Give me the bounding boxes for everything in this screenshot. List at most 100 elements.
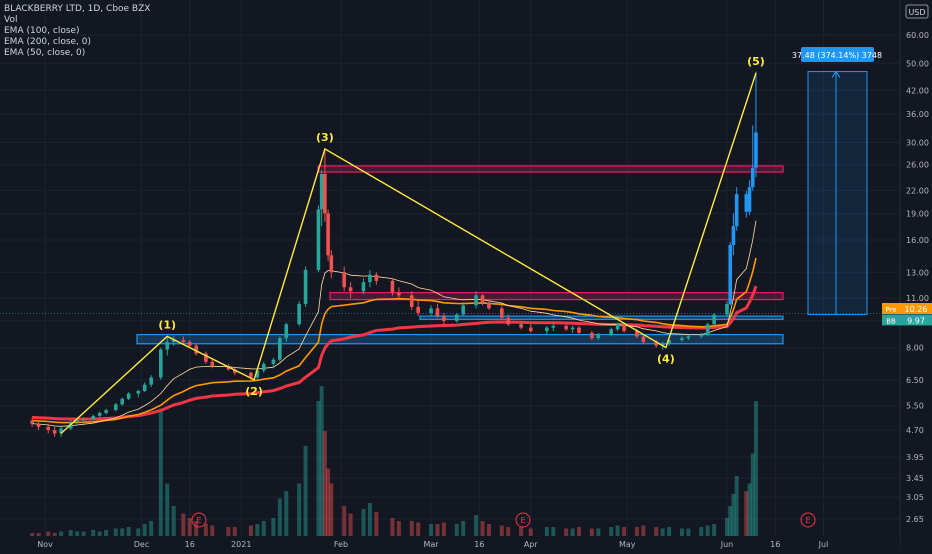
volume-bar (615, 525, 620, 536)
candle-body (590, 332, 594, 339)
candle-body (36, 423, 41, 427)
candle-body (46, 426, 51, 431)
volume-bar (97, 531, 102, 536)
candle-body (519, 324, 523, 328)
legend-ema50[interactable]: EMA (50, close, 0) (4, 48, 150, 59)
candle-body (442, 316, 446, 321)
candle-body (699, 334, 704, 337)
candle-body (551, 325, 556, 328)
volume-bar (753, 401, 758, 536)
candle-body (374, 274, 379, 281)
volume-bar (634, 527, 639, 536)
volume-bar (36, 533, 41, 536)
legend-ema100[interactable]: EMA (100, close) (4, 26, 150, 37)
volume-bar (577, 527, 582, 536)
volume-bar (441, 522, 446, 536)
time-axis[interactable]: Nov Dec 16 2021 Feb Mar 16 Apr May Jun 16 Jul (0, 536, 900, 550)
candle-body (52, 430, 57, 434)
price-axis[interactable]: 60.00 50.00 42.00 36.00 30.00 26.00 22.00 19.00… (899, 0, 932, 550)
volume-bar (329, 483, 334, 536)
candle-body (271, 359, 276, 364)
volume-bar (210, 525, 215, 536)
volume-bar (149, 521, 154, 536)
candle-body (416, 306, 420, 313)
x-tick-label: Apr (524, 540, 539, 549)
y-tick-label: 50.00 (906, 59, 929, 68)
legend-vol[interactable]: Vol (4, 15, 150, 26)
volume-bar (596, 528, 601, 536)
volume-bar (416, 522, 421, 536)
candle-body (326, 213, 330, 256)
candle-body (454, 314, 459, 321)
pre-tag-label: Pre (885, 306, 896, 314)
candle-body (120, 398, 125, 405)
y-tick-label: 30.00 (906, 139, 929, 148)
volume-bar (203, 524, 208, 536)
x-tick-label: 2021 (231, 540, 251, 549)
x-tick-label: 16 (185, 540, 195, 549)
volume-bar (409, 521, 414, 536)
volume-bar (641, 525, 646, 536)
candle-body (754, 132, 758, 168)
candle-body (545, 327, 549, 332)
price-chart[interactable]: (1) (2) (3) (4) (5) 37.48 (374.14%) 3748 E E E… (0, 0, 932, 550)
x-tick-label: Jul (818, 540, 829, 549)
volume-bar (104, 530, 109, 536)
volume-bar (367, 503, 372, 536)
volume-bar (126, 527, 131, 536)
candle-body (596, 334, 601, 339)
candle-body (725, 303, 729, 315)
y-tick-label: 4.70 (906, 426, 924, 435)
candle-body (641, 336, 646, 342)
volume-bar (277, 498, 282, 536)
volume-bar (699, 527, 704, 536)
volume-bar (454, 524, 459, 536)
legend-ema200[interactable]: EMA (200, close, 0) (4, 37, 150, 48)
candle-body (570, 327, 575, 330)
volume-bar (667, 527, 672, 536)
volume-bar (679, 528, 684, 536)
candle-body (249, 372, 253, 378)
candle-body (97, 412, 102, 416)
candle-body (316, 209, 321, 270)
chart-area[interactable]: (1) (2) (3) (4) (5) 37.48 (374.14%) 3748 E E E… (0, 0, 932, 550)
x-tick-label: Mar (423, 540, 439, 549)
candle-body (261, 363, 266, 371)
candle-body (284, 324, 289, 339)
candle-body (750, 167, 755, 188)
volume-bar (609, 527, 614, 536)
wave-label: (1) (158, 318, 176, 331)
volume-bar (435, 524, 440, 536)
measure-label: 37.48 (374.14%) 3748 (792, 51, 882, 60)
volume-bar (461, 521, 466, 536)
candle-body (361, 282, 366, 292)
candle-body (487, 302, 491, 309)
candle-body (429, 308, 433, 313)
volume-bar (248, 525, 253, 536)
x-tick-label: May (619, 540, 636, 549)
candle-body (142, 384, 147, 391)
volume-bar (81, 531, 86, 536)
candle-body (187, 341, 192, 346)
x-tick-label: 16 (474, 540, 484, 549)
volume-bar (113, 528, 118, 536)
volume-bar (255, 524, 260, 536)
candle-body (480, 295, 485, 303)
volume-bar (660, 528, 665, 536)
ema-long (32, 285, 758, 421)
grid-lines (0, 0, 900, 536)
candle-body (744, 194, 749, 212)
measure-tool[interactable]: 37.48 (374.14%) 3748 (792, 47, 882, 316)
legend-symbol[interactable]: BLACKBERRY LTD, 1D, Cboe BZX (4, 4, 150, 15)
wave-label: (2) (245, 385, 263, 398)
y-tick-label: 8.00 (906, 344, 924, 353)
y-tick-label: 22.00 (906, 187, 929, 196)
candle-body (136, 390, 141, 394)
currency-label: USD (908, 8, 925, 17)
candle-body (500, 308, 504, 318)
x-tick-label: Feb (334, 540, 348, 549)
volume-bar (91, 530, 96, 536)
candle-body (577, 327, 581, 333)
candle-body (564, 325, 568, 330)
candles (30, 71, 758, 437)
